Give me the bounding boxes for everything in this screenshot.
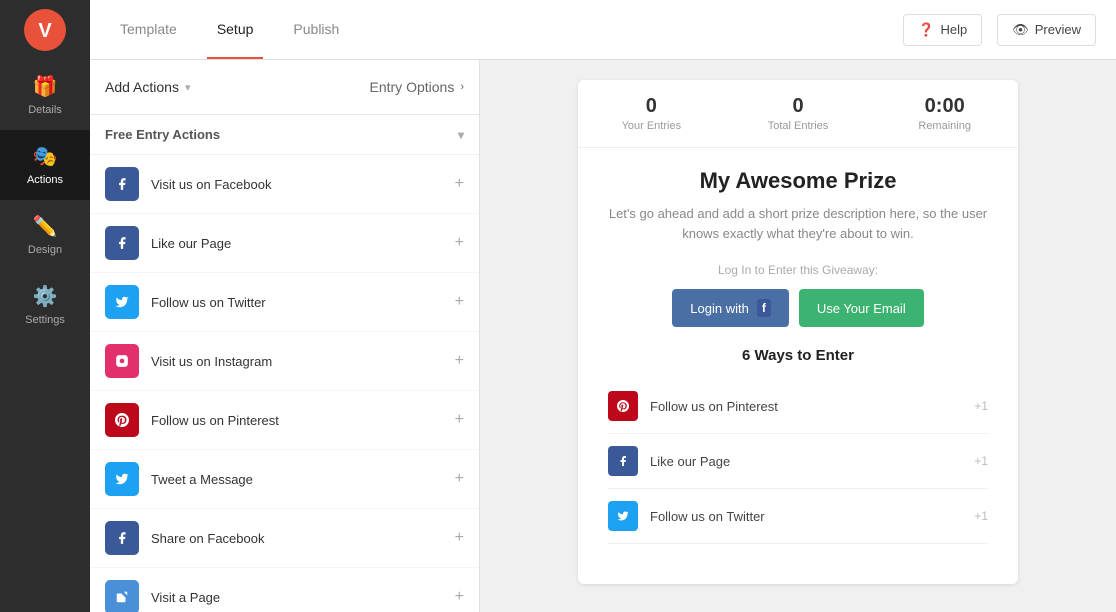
add-actions-chevron-icon: ▾ bbox=[185, 81, 191, 94]
sidebar-label-details: Details bbox=[28, 104, 62, 116]
way-pinterest[interactable]: Follow us on Pinterest +1 bbox=[608, 379, 988, 434]
way-twitter-points: +1 bbox=[974, 509, 988, 523]
add-tweet-message-button[interactable]: + bbox=[455, 470, 464, 488]
facebook-way-icon bbox=[608, 446, 638, 476]
free-entry-section-header[interactable]: Free Entry Actions ▾ bbox=[90, 115, 479, 155]
sidebar-item-actions[interactable]: 🎭 Actions bbox=[0, 130, 90, 200]
visit-page-icon bbox=[105, 580, 139, 612]
login-buttons: Login with f Use Your Email bbox=[608, 289, 988, 327]
action-visit-facebook[interactable]: Visit us on Facebook + bbox=[90, 155, 479, 214]
stats-row: 0 Your Entries 0 Total Entries 0:00 Rema… bbox=[578, 80, 1018, 148]
stat-total-entries: 0 Total Entries bbox=[725, 95, 872, 132]
preview-button[interactable]: 👁 Preview bbox=[997, 14, 1096, 46]
details-icon: 🎁 bbox=[33, 74, 58, 99]
action-follow-twitter[interactable]: Follow us on Twitter + bbox=[90, 273, 479, 332]
way-pinterest-points: +1 bbox=[974, 399, 988, 413]
actions-icon: 🎭 bbox=[33, 144, 58, 169]
ways-to-enter-title: 6 Ways to Enter bbox=[608, 347, 988, 364]
action-like-page[interactable]: Like our Page + bbox=[90, 214, 479, 273]
tab-publish[interactable]: Publish bbox=[283, 0, 349, 59]
way-facebook-label: Like our Page bbox=[650, 454, 962, 469]
top-nav: Template Setup Publish ❓ Help 👁 Preview bbox=[90, 0, 1116, 60]
settings-icon: ⚙️ bbox=[33, 284, 58, 309]
remaining-label: Remaining bbox=[871, 120, 1018, 132]
way-facebook[interactable]: Like our Page +1 bbox=[608, 434, 988, 489]
sidebar-label-settings: Settings bbox=[25, 314, 65, 326]
way-twitter[interactable]: Follow us on Twitter +1 bbox=[608, 489, 988, 544]
nav-actions: ❓ Help 👁 Preview bbox=[903, 14, 1096, 46]
entry-options-button[interactable]: Entry Options › bbox=[370, 79, 465, 95]
facebook-like-icon bbox=[105, 226, 139, 260]
facebook-share-icon bbox=[105, 521, 139, 555]
logo: V bbox=[0, 0, 90, 60]
twitter-tweet-icon bbox=[105, 462, 139, 496]
giveaway-card: 0 Your Entries 0 Total Entries 0:00 Rema… bbox=[578, 80, 1018, 584]
sidebar-label-design: Design bbox=[28, 244, 62, 256]
twitter-follow-icon bbox=[105, 285, 139, 319]
twitter-way-icon bbox=[608, 501, 638, 531]
left-panel-list: Free Entry Actions ▾ Visit us on Faceboo… bbox=[90, 115, 479, 612]
preview-icon: 👁 bbox=[1012, 22, 1029, 38]
add-share-facebook-button[interactable]: + bbox=[455, 529, 464, 547]
sidebar-item-design[interactable]: ✏️ Design bbox=[0, 200, 90, 270]
add-follow-pinterest-button[interactable]: + bbox=[455, 411, 464, 429]
pinterest-way-icon bbox=[608, 391, 638, 421]
fb-logo: f bbox=[757, 299, 771, 317]
total-entries-value: 0 bbox=[725, 95, 872, 118]
left-panel: Add Actions ▾ Entry Options › Free Entry… bbox=[90, 60, 480, 612]
add-actions-button[interactable]: Add Actions ▾ bbox=[105, 79, 190, 95]
add-follow-twitter-button[interactable]: + bbox=[455, 293, 464, 311]
vyper-logo-icon: V bbox=[24, 9, 66, 51]
remaining-value: 0:00 bbox=[871, 95, 1018, 118]
action-follow-pinterest[interactable]: Follow us on Pinterest + bbox=[90, 391, 479, 450]
giveaway-description: Let's go ahead and add a short prize des… bbox=[608, 204, 988, 243]
login-facebook-button[interactable]: Login with f bbox=[672, 289, 789, 327]
tab-template[interactable]: Template bbox=[110, 0, 187, 59]
sidebar-item-details[interactable]: 🎁 Details bbox=[0, 60, 90, 130]
svg-text:V: V bbox=[38, 20, 52, 42]
action-visit-instagram[interactable]: Visit us on Instagram + bbox=[90, 332, 479, 391]
total-entries-label: Total Entries bbox=[725, 120, 872, 132]
right-panel: 0 Your Entries 0 Total Entries 0:00 Rema… bbox=[480, 60, 1116, 612]
way-twitter-label: Follow us on Twitter bbox=[650, 509, 962, 524]
left-panel-header: Add Actions ▾ Entry Options › bbox=[90, 60, 479, 115]
design-icon: ✏️ bbox=[33, 214, 58, 239]
giveaway-body: My Awesome Prize Let's go ahead and add … bbox=[578, 148, 1018, 564]
add-visit-page-button[interactable]: + bbox=[455, 588, 464, 606]
way-pinterest-label: Follow us on Pinterest bbox=[650, 399, 962, 414]
entry-options-chevron-icon: › bbox=[460, 81, 464, 93]
stat-remaining: 0:00 Remaining bbox=[871, 95, 1018, 132]
stat-your-entries: 0 Your Entries bbox=[578, 95, 725, 132]
way-facebook-points: +1 bbox=[974, 454, 988, 468]
login-email-button[interactable]: Use Your Email bbox=[799, 289, 924, 327]
sidebar-item-settings[interactable]: ⚙️ Settings bbox=[0, 270, 90, 340]
add-visit-instagram-button[interactable]: + bbox=[455, 352, 464, 370]
action-tweet-message[interactable]: Tweet a Message + bbox=[90, 450, 479, 509]
facebook-icon bbox=[105, 167, 139, 201]
add-visit-facebook-button[interactable]: + bbox=[455, 175, 464, 193]
tab-setup[interactable]: Setup bbox=[207, 0, 264, 59]
help-button[interactable]: ❓ Help bbox=[903, 14, 982, 46]
your-entries-label: Your Entries bbox=[578, 120, 725, 132]
content-row: Add Actions ▾ Entry Options › Free Entry… bbox=[90, 60, 1116, 612]
your-entries-value: 0 bbox=[578, 95, 725, 118]
login-label: Log In to Enter this Giveaway: bbox=[608, 263, 988, 277]
add-like-page-button[interactable]: + bbox=[455, 234, 464, 252]
pinterest-icon bbox=[105, 403, 139, 437]
main-area: Template Setup Publish ❓ Help 👁 Preview bbox=[90, 0, 1116, 612]
sidebar: V 🎁 Details 🎭 Actions ✏️ Design ⚙️ Setti… bbox=[0, 0, 90, 612]
help-icon: ❓ bbox=[918, 22, 934, 38]
instagram-icon bbox=[105, 344, 139, 378]
giveaway-title: My Awesome Prize bbox=[608, 168, 988, 194]
free-entry-chevron-icon: ▾ bbox=[458, 128, 464, 142]
action-visit-page[interactable]: Visit a Page + bbox=[90, 568, 479, 612]
sidebar-label-actions: Actions bbox=[27, 174, 63, 186]
nav-tabs: Template Setup Publish bbox=[110, 0, 349, 59]
action-share-facebook[interactable]: Share on Facebook + bbox=[90, 509, 479, 568]
